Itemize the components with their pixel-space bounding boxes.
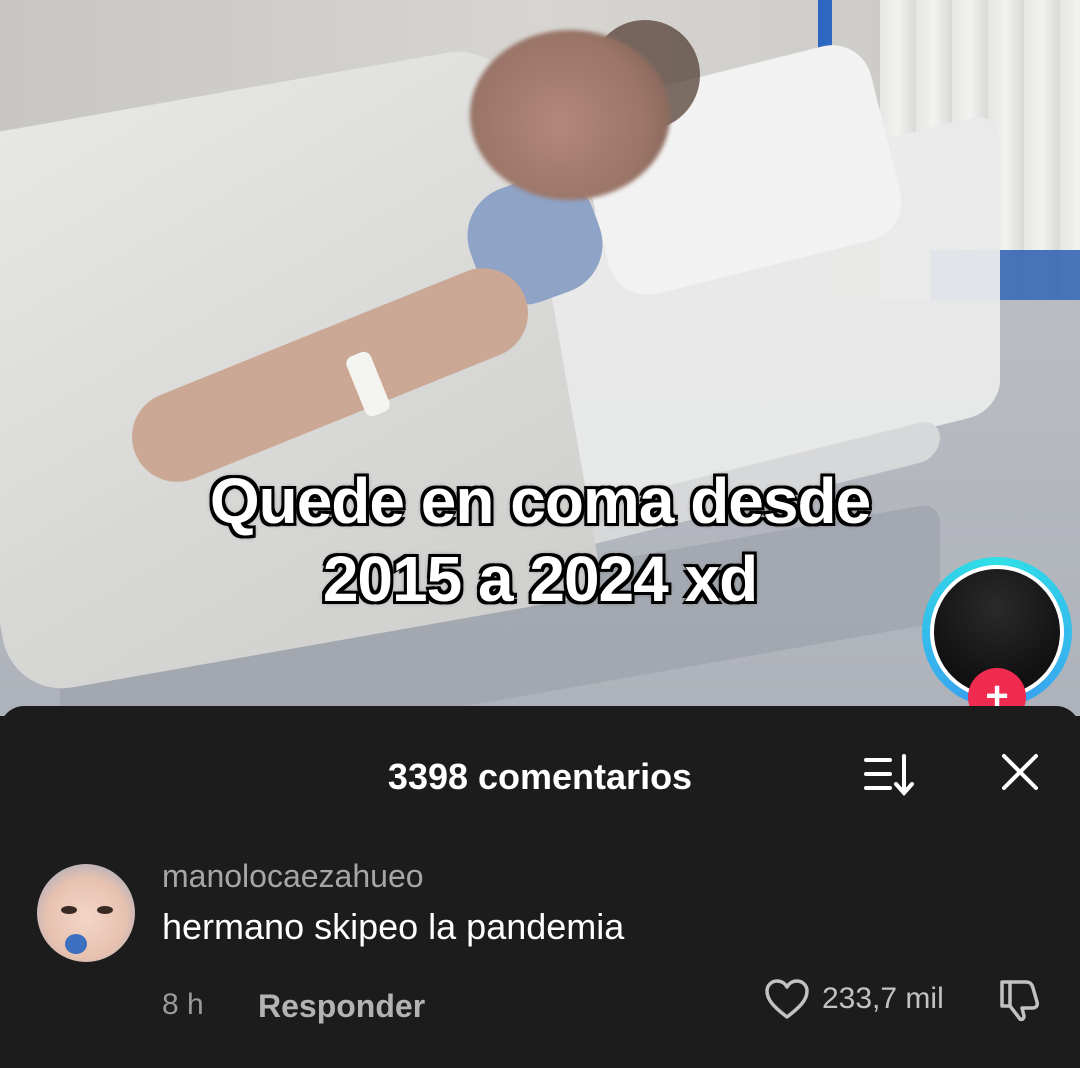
comment-time: 8 h [162,988,204,1021]
close-icon[interactable] [998,750,1042,794]
avatar-eye [61,906,77,914]
comments-count-title: 3398 comentarios [387,756,693,797]
like-count: 233,7 mil [822,982,944,1015]
caption-line-1: Quede en coma desde [209,465,871,537]
avatar[interactable] [37,864,135,962]
heart-icon[interactable] [764,978,810,1020]
caption-line-2: 2015 a 2024 xd [322,543,758,615]
avatar-mouth [65,934,87,954]
comment-text: hermano skipeo la pandemia [162,906,625,947]
reply-button[interactable]: Responder [258,988,425,1025]
comments-sheet: 3398 comentarios manolocaezahueo hermano… [0,706,1080,1068]
avatar-eye [97,906,113,914]
video-frame[interactable]: Quede en coma desde 2015 a 2024 xd [0,0,1080,716]
blurred-face [470,30,670,200]
sort-icon[interactable] [862,750,918,800]
comment-username[interactable]: manolocaezahueo [162,858,424,895]
dislike-icon[interactable] [996,976,1044,1022]
video-caption: Quede en coma desde 2015 a 2024 xd [0,462,1080,618]
